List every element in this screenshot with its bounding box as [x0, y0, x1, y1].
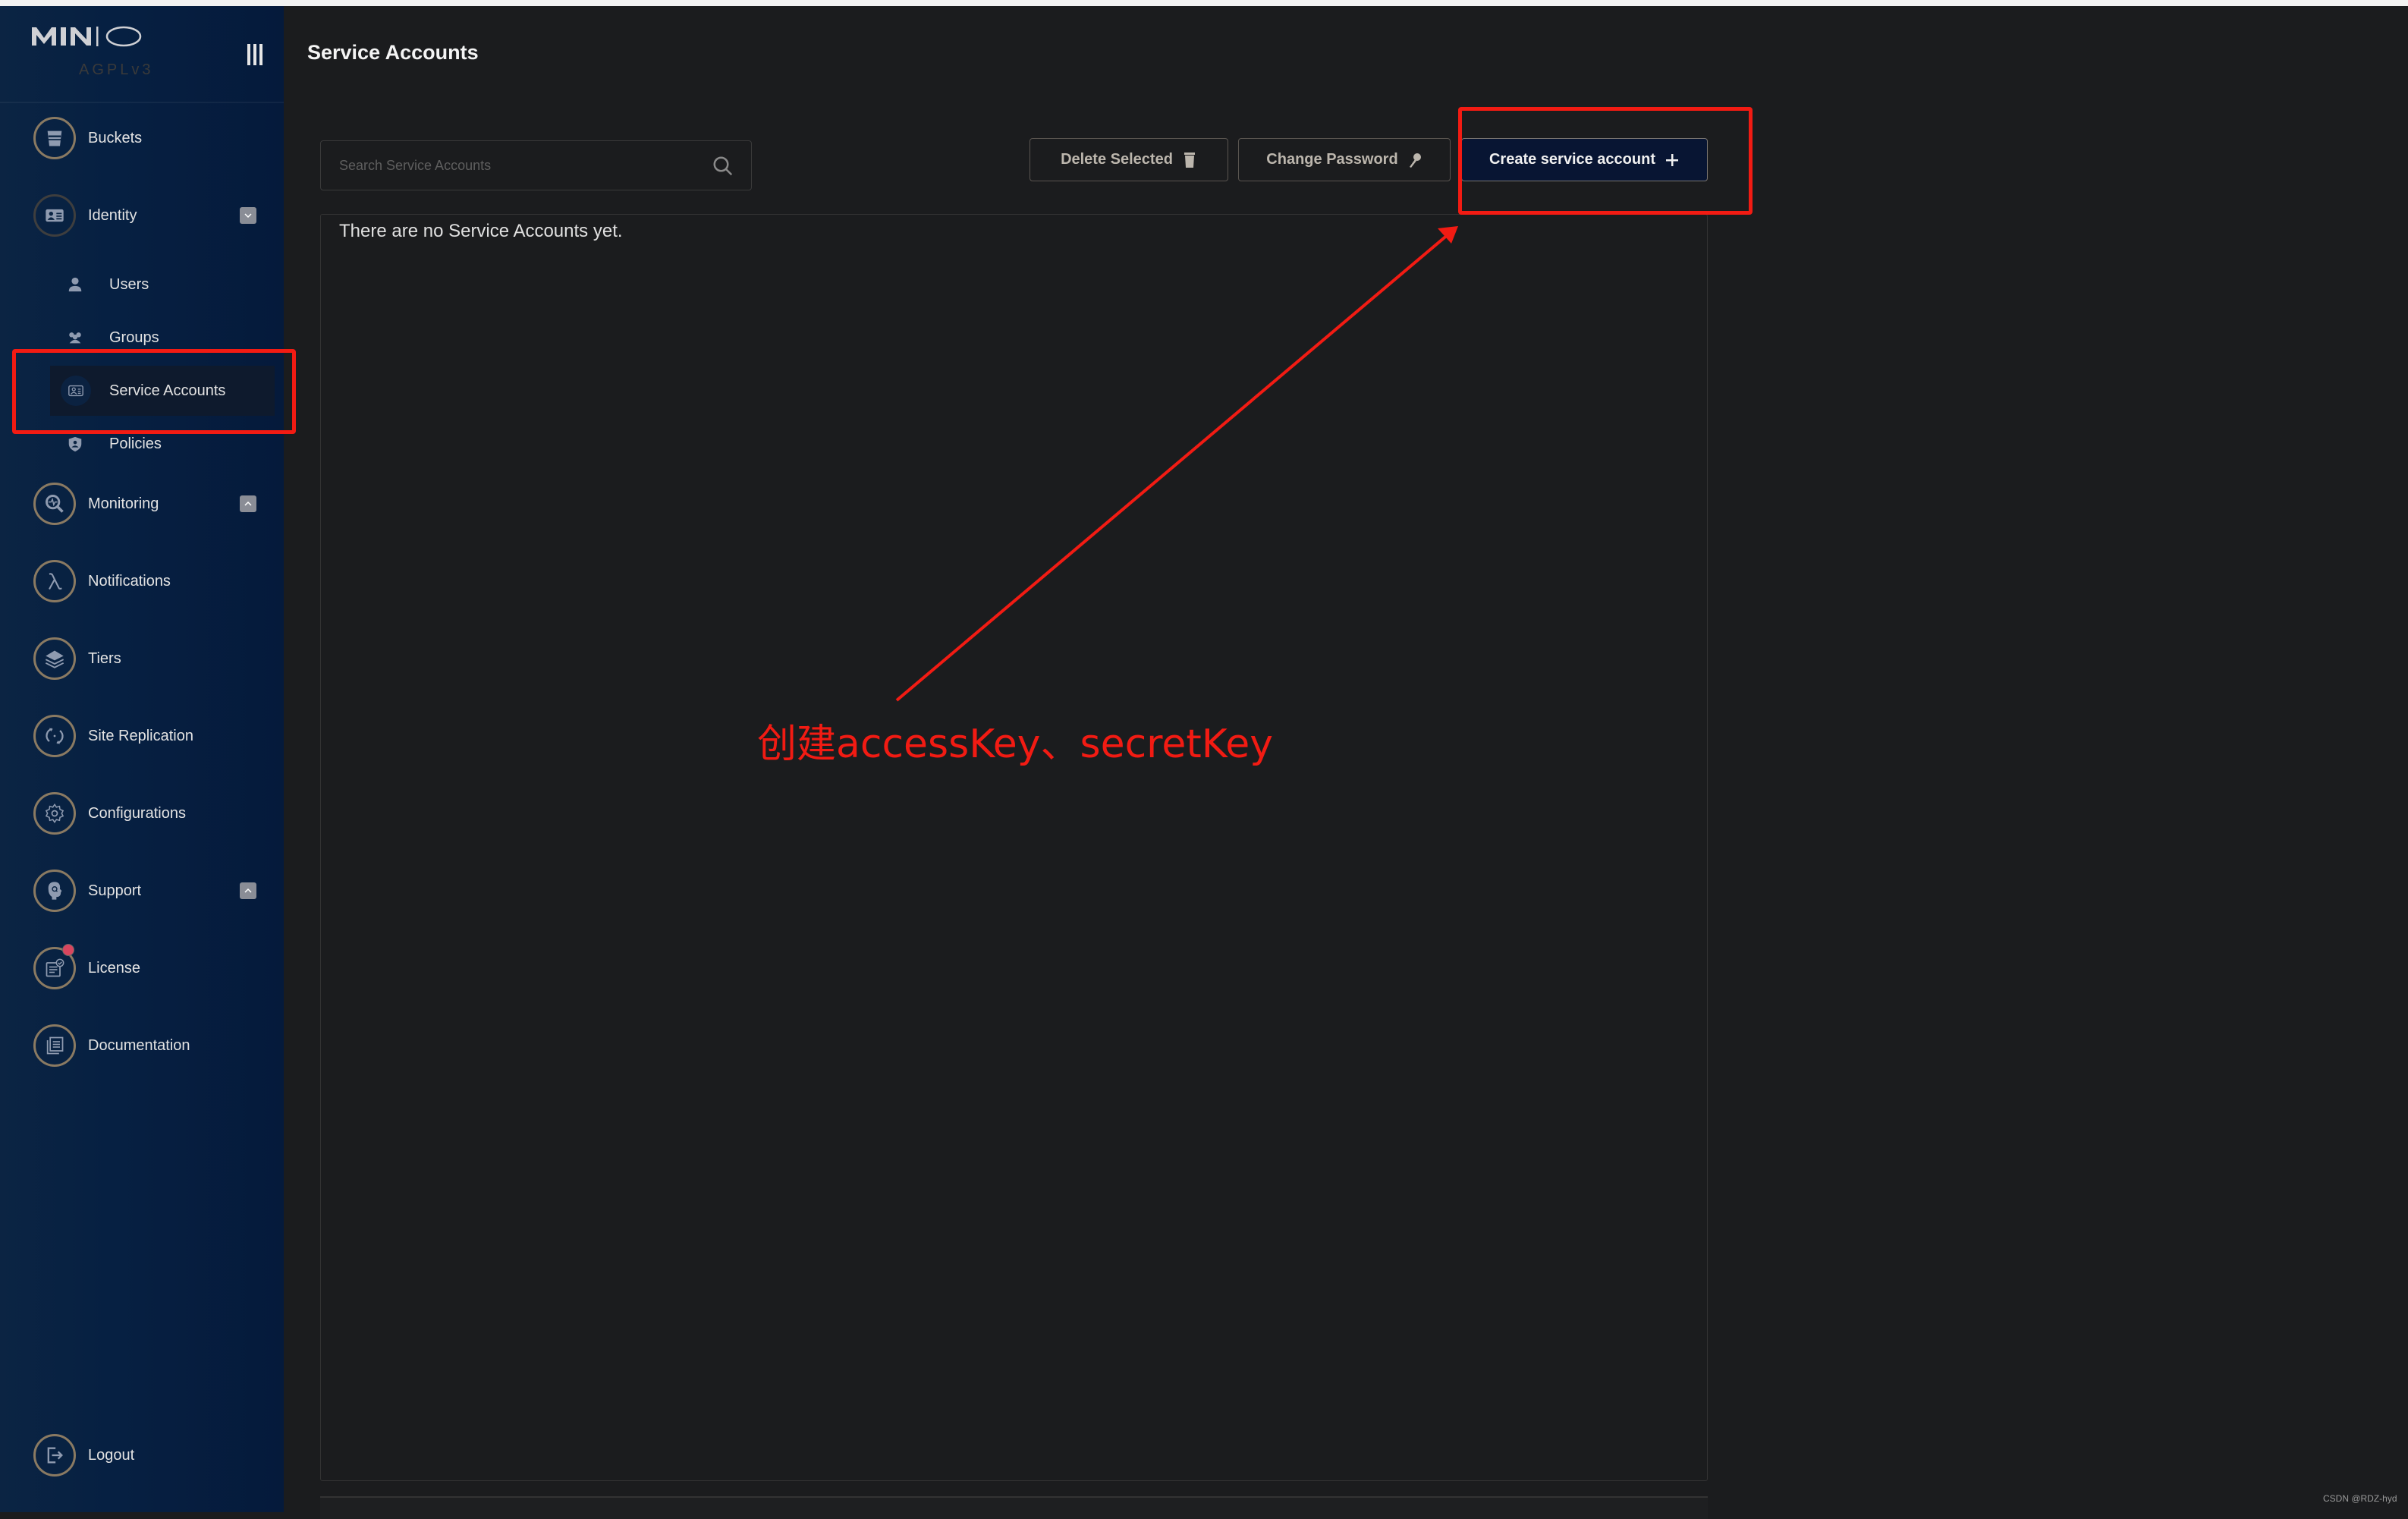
sidebar-item-service-accounts[interactable]: Service Accounts — [0, 366, 284, 416]
layers-icon — [33, 637, 76, 680]
chevron-up-icon[interactable] — [240, 882, 256, 899]
sidebar-item-users[interactable]: Users — [0, 266, 284, 303]
sidebar-item-label: Site Replication — [88, 727, 193, 744]
pagination-panel — [320, 1496, 1708, 1519]
page-title: Service Accounts — [307, 41, 479, 64]
sidebar-item-label: Groups — [109, 329, 159, 346]
sidebar-item-label: Configurations — [88, 804, 186, 822]
sidebar-item-notifications[interactable]: Notifications — [0, 558, 284, 604]
watermark: CSDN @RDZ-hyd — [2323, 1493, 2397, 1504]
documentation-icon — [33, 1024, 76, 1067]
search-input[interactable] — [321, 157, 685, 174]
sidebar-item-policies[interactable]: Policies — [0, 425, 284, 463]
window-top-strip — [0, 0, 2408, 6]
sidebar-item-support[interactable]: Support — [0, 868, 284, 914]
sidebar-item-documentation[interactable]: Documentation — [0, 1023, 284, 1068]
empty-state-message: There are no Service Accounts yet. — [339, 221, 623, 241]
chevron-up-icon[interactable] — [240, 495, 256, 512]
sidebar-item-label: Users — [109, 275, 149, 293]
chevron-down-icon[interactable] — [240, 207, 256, 224]
service-accounts-table: There are no Service Accounts yet. — [320, 214, 1708, 1481]
support-icon — [33, 870, 76, 912]
sidebar-item-label: Service Accounts — [109, 382, 226, 399]
sidebar-item-tiers[interactable]: Tiers — [0, 636, 284, 681]
notification-badge — [62, 944, 74, 956]
create-service-account-button[interactable]: Create service account — [1461, 138, 1708, 181]
sidebar-item-label: License — [88, 959, 140, 976]
logo-area: AGPLv3 — [0, 6, 284, 103]
license-tag: AGPLv3 — [79, 61, 154, 78]
change-password-label: Change Password — [1266, 151, 1398, 168]
groups-icon — [64, 326, 86, 349]
trash-icon — [1184, 152, 1195, 168]
sidebar-item-identity[interactable]: Identity — [0, 193, 284, 238]
search-field[interactable] — [320, 140, 752, 190]
sidebar-item-monitoring[interactable]: Monitoring — [0, 481, 284, 527]
sidebar-item-license[interactable]: License — [0, 944, 284, 991]
sidebar-item-buckets[interactable]: Buckets — [0, 115, 284, 161]
sidebar-item-label: Support — [88, 882, 142, 899]
delete-selected-button[interactable]: Delete Selected — [1030, 138, 1228, 181]
create-service-account-label: Create service account — [1488, 151, 1655, 168]
sidebar-item-label: Monitoring — [88, 495, 159, 512]
bucket-icon — [33, 117, 76, 159]
sidebar: AGPLv3 Buckets Identity Users Groups Ser… — [0, 6, 284, 1512]
logout-icon — [33, 1434, 76, 1477]
annotation-text: 创建accessKey、secretKey — [757, 722, 1274, 767]
logout-button[interactable]: Logout — [0, 1433, 284, 1478]
sidebar-item-groups[interactable]: Groups — [0, 319, 284, 357]
sync-icon — [33, 715, 76, 757]
policy-shield-icon — [64, 432, 86, 455]
sidebar-item-label: Documentation — [88, 1036, 190, 1054]
service-account-icon — [61, 376, 91, 406]
sidebar-item-label: Policies — [109, 435, 162, 452]
sidebar-item-label: Notifications — [88, 572, 171, 590]
sidebar-item-label: Buckets — [88, 129, 143, 146]
monitoring-icon — [33, 483, 76, 525]
sidebar-item-label: Identity — [88, 206, 137, 224]
sidebar-item-site-replication[interactable]: Site Replication — [0, 713, 284, 759]
delete-selected-label: Delete Selected — [1061, 151, 1173, 168]
sidebar-item-configurations[interactable]: Configurations — [0, 791, 284, 836]
gear-icon — [33, 792, 76, 835]
key-icon — [1409, 153, 1421, 168]
search-icon[interactable] — [712, 155, 734, 178]
sidebar-collapse-button[interactable] — [247, 44, 266, 65]
minio-logo — [32, 26, 142, 47]
plus-icon — [1666, 153, 1678, 166]
user-icon — [64, 273, 86, 296]
id-card-icon — [33, 194, 76, 237]
lambda-icon — [33, 560, 76, 602]
sidebar-item-label: Tiers — [88, 649, 121, 667]
logout-label: Logout — [88, 1446, 135, 1464]
change-password-button[interactable]: Change Password — [1238, 138, 1451, 181]
